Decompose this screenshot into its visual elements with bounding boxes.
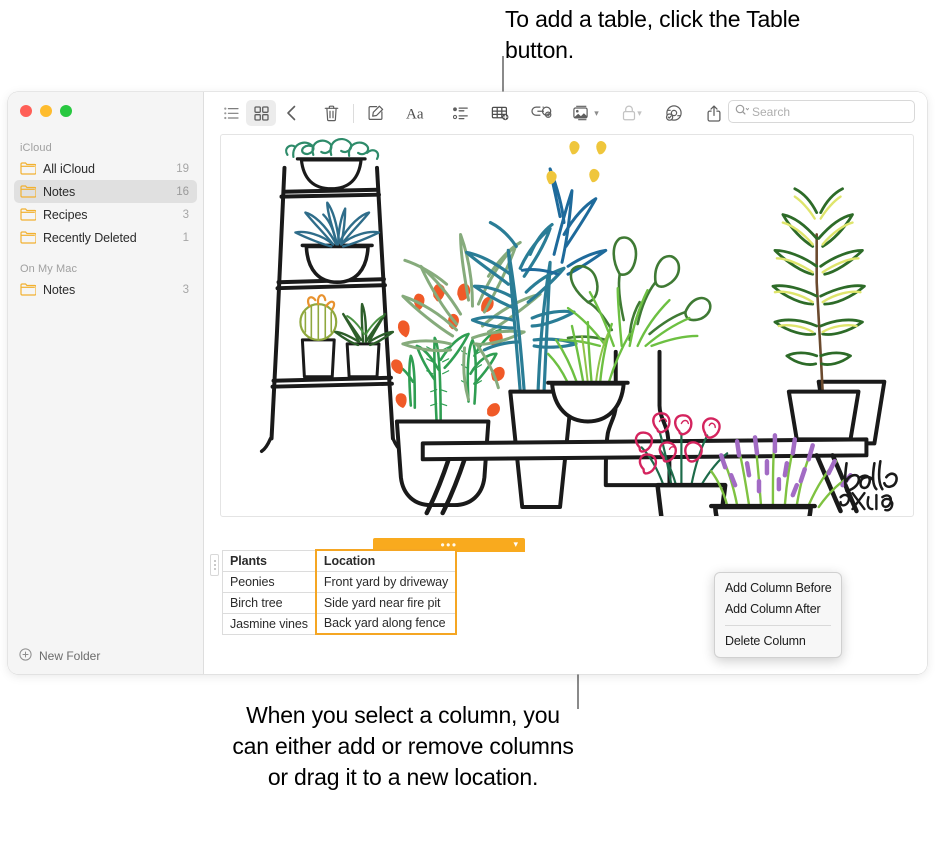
screenshot-root: To add a table, click the Table button. … (0, 0, 935, 844)
menu-item-add-column-before[interactable]: Add Column Before (715, 578, 841, 599)
plus-circle-icon (19, 648, 32, 664)
sidebar-item-count: 3 (182, 283, 189, 296)
toolbar-divider (353, 103, 354, 123)
back-button[interactable] (276, 100, 306, 126)
sidebar-item-label: Notes (43, 282, 76, 297)
folder-icon (20, 208, 37, 221)
note-content: ••• ▾ Plants Location Peonies Front yard… (204, 134, 927, 674)
sidebar-item-recipes[interactable]: Recipes 3 (14, 203, 197, 226)
folder-icon (20, 185, 37, 198)
handle-dot (213, 568, 216, 570)
table-header-cell-selected[interactable]: Location (314, 549, 458, 572)
menu-item-delete-column[interactable]: Delete Column (715, 631, 841, 652)
handle-dot (213, 564, 216, 566)
new-note-button[interactable] (361, 100, 391, 126)
table-row: Jasmine vines Back yard along fence (221, 612, 458, 635)
folder-icon (20, 283, 37, 296)
table-row: Birch tree Side yard near fire pit (221, 591, 458, 614)
chevron-down-icon[interactable]: ▾ (513, 539, 518, 550)
checklist-button[interactable] (445, 100, 475, 126)
list-view-button[interactable] (216, 100, 246, 126)
sidebar-folder-list: iCloud All iCloud 19 Notes 16 Recipes 3 … (8, 134, 203, 301)
table-cell[interactable]: Birch tree (221, 591, 317, 614)
sidebar-item-notes-local[interactable]: Notes 3 (14, 278, 197, 301)
table-cell[interactable]: Side yard near fire pit (314, 591, 458, 614)
sidebar-section-icloud: iCloud (20, 142, 52, 154)
format-button[interactable]: Aa (401, 100, 435, 126)
gallery-view-button[interactable] (246, 100, 276, 126)
table-cell[interactable]: Jasmine vines (221, 612, 317, 635)
notes-app-window: iCloud All iCloud 19 Notes 16 Recipes 3 … (8, 92, 927, 674)
table-drag-handle[interactable] (210, 554, 219, 576)
table-row: Peonies Front yard by driveway (221, 570, 458, 593)
media-button[interactable]: ▾ (567, 100, 605, 126)
sidebar-item-recently-deleted[interactable]: Recently Deleted 1 (14, 226, 197, 249)
sidebar-item-notes-icloud[interactable]: Notes 16 (14, 180, 197, 203)
table-cell[interactable]: Front yard by driveway (314, 570, 458, 593)
note-table[interactable]: Plants Location Peonies Front yard by dr… (221, 549, 458, 635)
folder-icon (20, 231, 37, 244)
menu-item-add-column-after[interactable]: Add Column After (715, 599, 841, 620)
handle-dot (213, 560, 216, 562)
chevron-down-icon: ▾ (594, 107, 599, 118)
maximize-button[interactable] (60, 105, 72, 117)
callout-text-bottom: When you select a column, you can either… (232, 702, 574, 790)
collaborate-button[interactable] (659, 100, 689, 126)
sidebar-section-on-my-mac: On My Mac (20, 263, 78, 275)
sidebar-item-label: Recently Deleted (43, 230, 137, 245)
sidebar: iCloud All iCloud 19 Notes 16 Recipes 3 … (8, 92, 204, 674)
share-button[interactable] (699, 100, 729, 126)
search-placeholder: Search (752, 104, 791, 119)
new-folder-label: New Folder (39, 649, 101, 663)
chevron-down-icon: ▾ (637, 107, 642, 118)
sidebar-item-label: All iCloud (43, 161, 95, 176)
search-field[interactable]: Search (728, 100, 915, 123)
minimize-button[interactable] (40, 105, 52, 117)
link-button[interactable] (525, 100, 557, 126)
new-folder-button[interactable]: New Folder (8, 648, 100, 664)
folder-icon (20, 162, 37, 175)
note-sketch-image[interactable] (220, 134, 914, 517)
close-button[interactable] (20, 105, 32, 117)
callout-text-top: To add a table, click the Table button. (505, 6, 801, 63)
delete-note-button[interactable] (316, 100, 346, 126)
menu-separator (725, 625, 831, 626)
sidebar-item-count: 1 (182, 231, 189, 244)
search-icon (735, 103, 750, 121)
sidebar-item-label: Notes (43, 184, 76, 199)
table-header-cell[interactable]: Plants (221, 549, 317, 572)
column-context-menu: Add Column Before Add Column After Delet… (714, 572, 842, 658)
sidebar-item-label: Recipes (43, 207, 88, 222)
sidebar-item-count: 3 (182, 208, 189, 221)
window-controls (20, 105, 72, 117)
table-cell[interactable]: Back yard along fence (314, 612, 458, 635)
lock-button[interactable]: ▾ (615, 100, 649, 126)
sidebar-item-count: 16 (176, 185, 189, 198)
svg-text:Aa: Aa (406, 106, 424, 121)
table-button[interactable] (485, 100, 515, 126)
note-pane: Aa ▾ ▾ Search ••• ▾ Plants Location Peon… (204, 92, 927, 674)
table-header-row: Plants Location (221, 549, 458, 572)
table-cell[interactable]: Peonies (221, 570, 317, 593)
sidebar-item-all-icloud[interactable]: All iCloud 19 (14, 157, 197, 180)
column-grip-dots-icon: ••• (440, 538, 458, 552)
sidebar-item-count: 19 (176, 162, 189, 175)
toolbar: Aa ▾ ▾ Search (204, 92, 927, 134)
